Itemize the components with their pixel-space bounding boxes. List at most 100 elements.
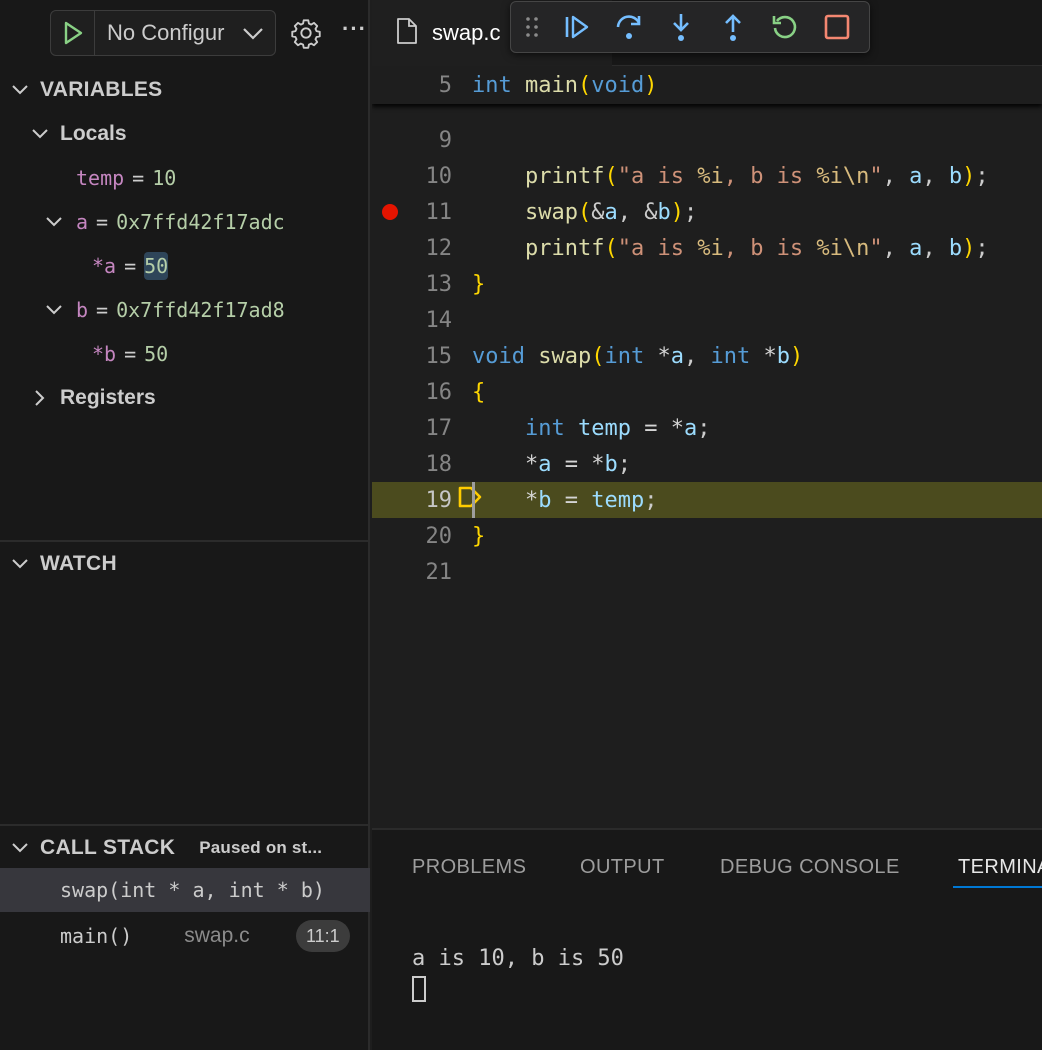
variable-value: 0x7ffd42f17adc — [116, 210, 285, 234]
step-out-icon[interactable] — [707, 5, 759, 49]
chevron-right-icon — [28, 388, 52, 408]
chevron-down-icon — [42, 212, 66, 232]
code-text: int temp = *a; — [524, 415, 711, 441]
code-line-21[interactable]: 21 — [372, 554, 1042, 590]
call-stack-section-header[interactable]: CALL STACK Paused on st... — [0, 826, 370, 870]
chevron-down-icon — [28, 124, 52, 144]
bottom-panel: PROBLEMS OUTPUT DEBUG CONSOLE TERMINAL a… — [372, 828, 1042, 1050]
code-text: *b = temp; — [524, 487, 658, 513]
terminal-output: a is 10, b is 50 — [412, 946, 624, 971]
tab-debug-console[interactable]: DEBUG CONSOLE — [720, 856, 900, 879]
variable-row-deref-a[interactable]: *a = 50 — [0, 244, 370, 288]
stack-frame-main[interactable]: main() swap.c 11:1 — [0, 914, 370, 958]
code-line-13[interactable]: 13 } — [372, 266, 1042, 302]
panel-tab-bar: PROBLEMS OUTPUT DEBUG CONSOLE TERMINAL — [372, 830, 1042, 904]
sticky-code-text: int main(void) — [472, 72, 658, 98]
code-line-15[interactable]: 15 void swap(int *a, int *b) — [372, 338, 1042, 374]
line-number: 17 — [425, 415, 453, 441]
chevron-down-icon — [42, 300, 66, 320]
code-editor[interactable]: 5 int main(void) int b = 50; 9 10 printf… — [372, 66, 1042, 828]
variable-row-deref-b[interactable]: *b = 50 — [0, 332, 370, 376]
step-into-icon[interactable] — [655, 5, 707, 49]
debug-sidebar: No Configur ··· VARIABLES Locals temp = … — [0, 0, 370, 1050]
line-number: 5 — [438, 72, 452, 98]
code-text: { — [472, 379, 486, 405]
code-text: void swap(int *a, int *b) — [472, 343, 804, 369]
tab-title: swap.c — [432, 20, 501, 45]
registers-label: Registers — [60, 386, 156, 409]
code-line-17[interactable]: 17 int temp = *a; — [372, 410, 1042, 446]
code-text: *a = *b; — [524, 451, 631, 477]
debug-toolbar — [510, 1, 870, 53]
file-icon — [396, 17, 418, 50]
code-line-12[interactable]: 12 printf("a is %i, b is %i\n", a, b); — [372, 230, 1042, 266]
variable-name: *b — [92, 342, 117, 366]
tab-output[interactable]: OUTPUT — [580, 856, 665, 879]
breakpoint-icon[interactable] — [382, 204, 398, 220]
stack-frame-position-badge: 11:1 — [296, 920, 350, 952]
restart-icon[interactable] — [759, 5, 811, 49]
stack-frame-file: swap.c — [184, 924, 250, 947]
variable-equals: = — [124, 342, 137, 366]
sticky-scroll-line[interactable]: 5 int main(void) — [372, 66, 1042, 104]
drag-handle-icon[interactable] — [525, 15, 551, 39]
more-actions-icon[interactable]: ··· — [342, 16, 367, 42]
code-line-9[interactable]: 9 — [372, 122, 1042, 158]
stack-frame-name: main() — [60, 924, 133, 948]
code-text: printf("a is %i, b is %i\n", a, b); — [524, 163, 989, 189]
variable-value-changed: 50 — [144, 252, 169, 280]
chevron-down-icon — [0, 838, 40, 858]
stack-frame-swap[interactable]: swap(int * a, int * b) — [0, 868, 370, 912]
variable-equals: = — [96, 210, 109, 234]
line-number: 12 — [425, 235, 453, 261]
code-line-11[interactable]: 11 swap(&a, &b); — [372, 194, 1042, 230]
watch-section-header[interactable]: WATCH — [0, 542, 370, 586]
code-line-10[interactable]: 10 printf("a is %i, b is %i\n", a, b); — [372, 158, 1042, 194]
terminal-cursor[interactable] — [412, 976, 426, 1002]
variable-row-a[interactable]: a = 0x7ffd42f17adc — [0, 200, 370, 244]
tab-problems[interactable]: PROBLEMS — [412, 856, 526, 879]
step-over-icon[interactable] — [603, 5, 655, 49]
registers-scope[interactable]: Registers — [0, 376, 370, 420]
variable-value: 50 — [144, 342, 169, 366]
locals-label: Locals — [60, 122, 127, 145]
active-tab-indicator — [953, 886, 1042, 888]
variable-name: b — [76, 298, 89, 322]
chevron-down-icon[interactable] — [241, 21, 265, 45]
variables-section-header[interactable]: VARIABLES — [0, 68, 370, 112]
continue-icon[interactable] — [551, 5, 603, 49]
chevron-down-icon — [0, 554, 40, 574]
variable-equals: = — [132, 166, 145, 190]
code-line-14[interactable]: 14 — [372, 302, 1042, 338]
call-stack-title: CALL STACK — [40, 836, 176, 859]
code-line-20[interactable]: 20 } — [372, 518, 1042, 554]
line-number: 14 — [425, 307, 453, 333]
line-number: 20 — [425, 523, 453, 549]
locals-scope[interactable]: Locals — [0, 112, 370, 156]
variables-title: VARIABLES — [40, 78, 163, 101]
variable-row-temp[interactable]: temp = 10 — [0, 156, 370, 200]
paused-status: Paused on st... — [199, 838, 323, 857]
variable-equals: = — [96, 298, 109, 322]
tab-terminal[interactable]: TERMINAL — [958, 856, 1042, 879]
line-number: 13 — [425, 271, 453, 297]
start-debugging-button[interactable] — [51, 11, 95, 55]
line-number: 21 — [425, 559, 453, 585]
variable-row-b[interactable]: b = 0x7ffd42f17ad8 — [0, 288, 370, 332]
line-number: 10 — [425, 163, 453, 189]
variable-value: 0x7ffd42f17ad8 — [116, 298, 285, 322]
code-line-16[interactable]: 16 { — [372, 374, 1042, 410]
code-text: } — [472, 271, 486, 297]
line-number: 9 — [438, 127, 452, 153]
line-number: 15 — [425, 343, 453, 369]
stop-icon[interactable] — [811, 5, 863, 49]
variable-name: a — [76, 210, 89, 234]
code-line-19-current[interactable]: 19 *b = temp; — [372, 482, 1042, 518]
stack-frame-name: swap(int * a, int * b) — [60, 878, 325, 902]
variable-value: 10 — [152, 166, 177, 190]
code-text: printf("a is %i, b is %i\n", a, b); — [524, 235, 989, 261]
gear-icon[interactable] — [290, 17, 322, 54]
variable-equals: = — [124, 254, 137, 278]
code-text: } — [472, 523, 486, 549]
config-select-label[interactable]: No Configur — [107, 20, 239, 46]
